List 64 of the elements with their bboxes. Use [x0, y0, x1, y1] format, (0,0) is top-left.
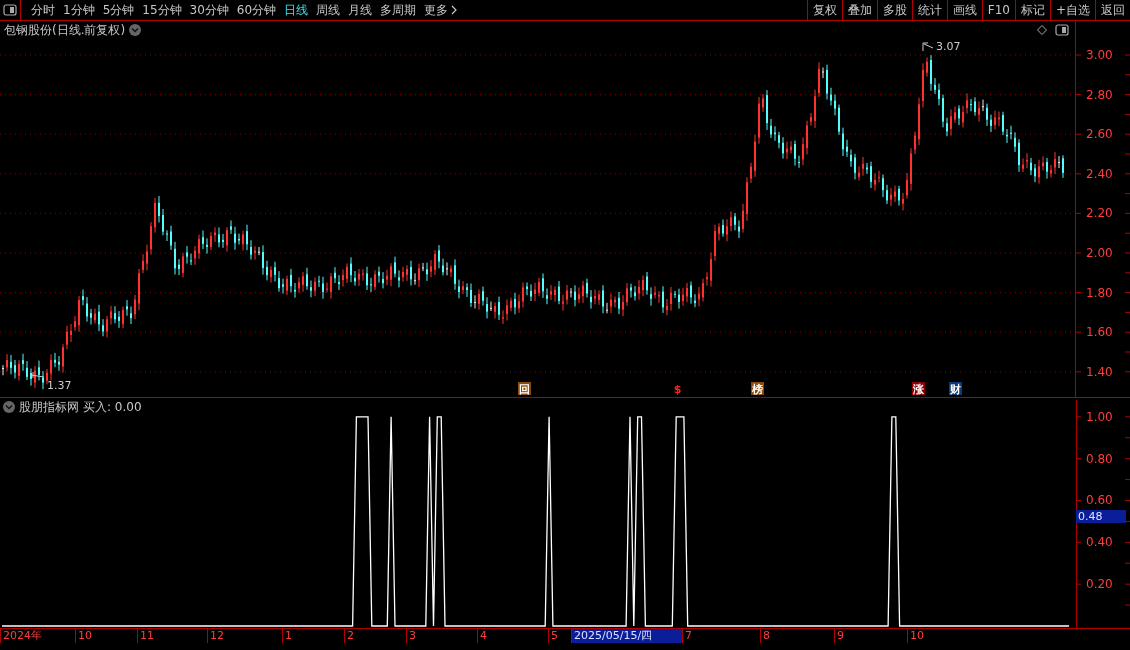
axis-label: 2.20 — [1086, 206, 1113, 221]
dropdown-icon[interactable] — [129, 24, 142, 36]
time-axis-label: 2024年 — [0, 629, 75, 643]
axis-label: 1.00 — [1086, 409, 1113, 424]
time-axis-label: 3 — [406, 629, 477, 643]
current-value-label: 0.48 — [1076, 510, 1126, 523]
axis-label: 2.80 — [1086, 87, 1113, 102]
period-tab[interactable]: 周线 — [312, 0, 345, 20]
panel-toggle-icon[interactable] — [1055, 24, 1069, 36]
toolbar-button[interactable]: F10 — [981, 0, 1015, 20]
event-marker: 财 — [949, 382, 962, 396]
time-axis-label: 11 — [137, 629, 207, 643]
time-axis-label: 10 — [75, 629, 137, 643]
chevron-right-icon — [451, 5, 459, 15]
axis-label: 1.40 — [1086, 364, 1113, 379]
indicator-name: 股朋指标网 — [19, 398, 79, 416]
period-tab[interactable]: 5分钟 — [98, 0, 139, 20]
toolbar-button[interactable]: 标记 — [1014, 0, 1050, 20]
chart-title: 包钢股份(日线.前复权) — [4, 21, 126, 39]
time-axis-label: 9 — [834, 629, 907, 643]
event-marker: 涨 — [912, 382, 925, 396]
toolbar-button[interactable]: +自选 — [1049, 0, 1095, 20]
toolbar-button[interactable]: 画线 — [946, 0, 982, 20]
toolbar-button[interactable]: 复权 — [806, 0, 842, 20]
dropdown-icon[interactable] — [3, 401, 15, 413]
time-axis-label: 2025/05/15/四 — [571, 629, 682, 643]
period-tab[interactable]: 日线 — [280, 0, 313, 20]
axis-label: 3.00 — [1086, 48, 1113, 62]
time-axis-label: 10 — [907, 629, 967, 643]
time-axis-label: 8 — [760, 629, 834, 643]
axis-label: 2.40 — [1086, 166, 1113, 181]
event-marker: $ — [673, 383, 682, 396]
event-marker: 回 — [518, 382, 531, 396]
axis-label: 0.60 — [1086, 493, 1113, 508]
toolbar-button[interactable]: 多股 — [876, 0, 912, 20]
time-axis-label: 2 — [344, 629, 406, 643]
indicator-reading: 买入: 0.00 — [83, 398, 142, 416]
time-axis-label: 4 — [477, 629, 548, 643]
axis-label: 1.80 — [1086, 285, 1113, 300]
time-axis-label: 1 — [282, 629, 344, 643]
panel-toggle-icon[interactable] — [3, 4, 17, 16]
time-axis-label: 7 — [682, 629, 760, 643]
period-tab[interactable]: 多周期 — [376, 0, 421, 20]
toolbar-button[interactable]: 叠加 — [841, 0, 877, 20]
period-tab[interactable]: 1分钟 — [59, 0, 99, 20]
time-axis-label: 12 — [207, 629, 282, 643]
period-tab[interactable]: 60分钟 — [232, 0, 281, 20]
event-marker: 榜 — [751, 382, 764, 396]
period-tab[interactable]: 15分钟 — [138, 0, 186, 20]
toolbar-button[interactable]: 返回 — [1095, 0, 1130, 20]
high-price-label: 3.07 — [922, 40, 961, 53]
period-tab[interactable]: 月线 — [344, 0, 377, 20]
low-price-label: 1.37 — [30, 371, 72, 392]
period-tab[interactable]: 更多 — [420, 0, 463, 20]
period-tab[interactable]: 分时 — [27, 0, 59, 20]
axis-label: 2.60 — [1086, 127, 1113, 142]
axis-label: 1.60 — [1086, 325, 1113, 340]
axis-label: 2.00 — [1086, 246, 1113, 260]
toolbar-button[interactable]: 统计 — [911, 0, 947, 20]
axis-label: 0.40 — [1086, 535, 1113, 550]
axis-label: 0.20 — [1086, 577, 1113, 592]
period-tab[interactable]: 30分钟 — [185, 0, 233, 20]
axis-label: 0.80 — [1086, 451, 1113, 466]
diamond-icon[interactable] — [1037, 25, 1047, 35]
